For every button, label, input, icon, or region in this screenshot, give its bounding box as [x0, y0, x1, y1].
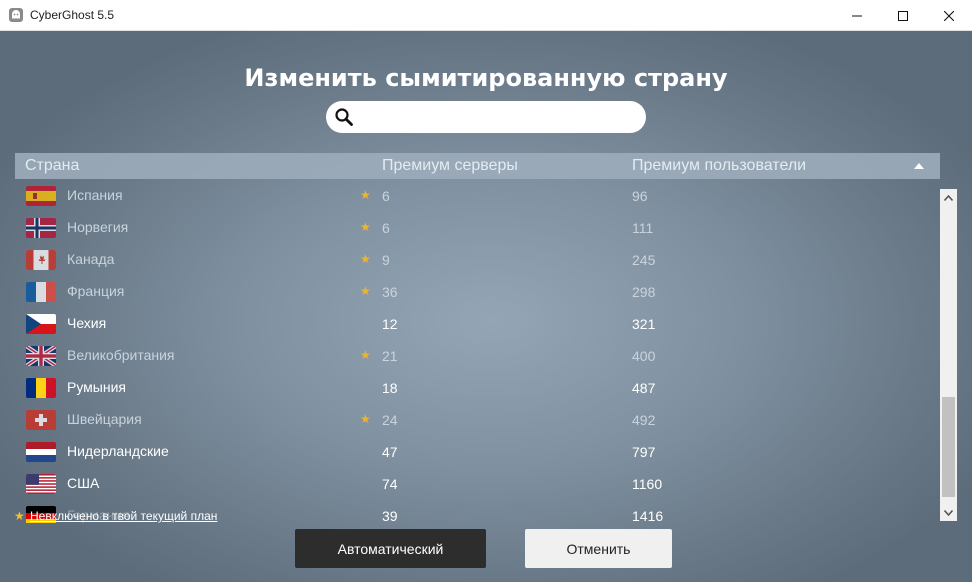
country-name: Франция	[67, 283, 125, 299]
users-count: 298	[632, 284, 656, 300]
users-count: 321	[632, 316, 656, 332]
page-title: Изменить сымитированную страну	[244, 64, 728, 92]
search-input[interactable]	[360, 105, 636, 129]
star-icon: ★	[360, 252, 371, 266]
star-icon: ★	[360, 348, 371, 362]
servers-count: 12	[382, 316, 398, 332]
country-name: Чехия	[67, 315, 107, 331]
table-row[interactable]: Испания ★ 6 96	[15, 179, 940, 211]
flag-usa-icon	[26, 474, 56, 494]
users-count: 400	[632, 348, 656, 364]
column-header-users[interactable]: Премиум пользователи	[632, 157, 806, 175]
servers-count: 9	[382, 252, 390, 268]
table-row[interactable]: Румыния 18 487	[15, 371, 940, 403]
country-name: США	[67, 475, 100, 491]
users-count: 797	[632, 444, 656, 460]
maximize-button[interactable]	[880, 0, 926, 31]
flag-switzerland-icon	[26, 410, 56, 430]
servers-count: 36	[382, 284, 398, 300]
servers-count: 24	[382, 412, 398, 428]
users-count: 1416	[632, 508, 664, 523]
servers-count: 6	[382, 188, 390, 204]
minimize-button[interactable]	[834, 0, 880, 31]
flag-spain-icon	[26, 186, 56, 206]
users-count: 1160	[632, 476, 663, 492]
star-icon: ★	[360, 220, 371, 234]
flag-romania-icon	[26, 378, 56, 398]
maximize-icon	[898, 10, 908, 21]
vertical-scrollbar[interactable]	[940, 189, 957, 521]
users-count: 492	[632, 412, 656, 428]
search-icon	[335, 108, 353, 126]
table-row[interactable]: Великобритания ★ 21 400	[15, 339, 940, 371]
country-name: Нидерландские	[67, 443, 169, 459]
table-row[interactable]: США 74 1160	[15, 467, 940, 499]
window-title: CyberGhost 5.5	[30, 8, 115, 22]
table-row[interactable]: Чехия 12 321	[15, 307, 940, 339]
ghost-icon	[9, 8, 23, 22]
country-name: Швейцария	[67, 411, 142, 427]
search-box[interactable]	[326, 101, 646, 133]
flag-czechia-icon	[26, 314, 56, 334]
chevron-up-icon	[944, 194, 953, 201]
flag-netherlands-icon	[26, 442, 56, 462]
users-count: 487	[632, 380, 656, 396]
cancel-button[interactable]: Отменить	[525, 529, 672, 568]
country-name: Норвегия	[67, 219, 129, 235]
minimize-icon	[852, 15, 862, 16]
flag-norway-icon	[26, 218, 56, 238]
table-row[interactable]: Норвегия ★ 6 111	[15, 211, 940, 243]
country-name: Румыния	[67, 379, 127, 395]
users-count: 96	[632, 188, 648, 204]
flag-france-icon	[26, 282, 56, 302]
column-header-servers[interactable]: Премиум серверы	[382, 157, 518, 175]
table-row[interactable]: Франция ★ 36 298	[15, 275, 940, 307]
close-button[interactable]	[926, 0, 972, 31]
servers-count: 18	[382, 380, 398, 396]
table-header: Страна Премиум серверы Премиум пользоват…	[15, 153, 940, 179]
star-icon: ★	[14, 509, 25, 523]
sort-ascending-icon[interactable]	[914, 163, 924, 169]
plan-legend-link[interactable]: Невключено в твой текущий план	[30, 509, 217, 523]
flag-uk-icon	[26, 346, 56, 366]
star-icon: ★	[360, 284, 371, 298]
automatic-button[interactable]: Автоматический	[295, 529, 486, 568]
scrollbar-thumb[interactable]	[942, 397, 955, 497]
flag-canada-icon	[26, 250, 56, 270]
table-row[interactable]: Канада ★ 9 245	[15, 243, 940, 275]
servers-count: 47	[382, 444, 398, 460]
table-row[interactable]: Швейцария ★ 24 492	[15, 403, 940, 435]
column-header-country[interactable]: Страна	[25, 157, 79, 175]
chevron-down-icon	[944, 509, 953, 516]
users-count: 245	[632, 252, 656, 268]
servers-count: 39	[382, 508, 398, 523]
scroll-up-button[interactable]	[940, 189, 957, 206]
servers-count: 6	[382, 220, 390, 236]
star-icon: ★	[360, 412, 371, 426]
country-name: Испания	[67, 187, 123, 203]
title-bar: CyberGhost 5.5	[0, 0, 972, 31]
main-panel: Изменить сымитированную страну Страна Пр…	[0, 31, 972, 582]
servers-count: 21	[382, 348, 398, 364]
users-count: 111	[632, 220, 654, 236]
country-name: Великобритания	[67, 347, 175, 363]
servers-count: 74	[382, 476, 398, 492]
table-row[interactable]: Нидерландские 47 797	[15, 435, 940, 467]
country-name: Канада	[67, 251, 115, 267]
star-icon: ★	[360, 188, 371, 202]
close-icon	[944, 10, 954, 21]
country-list: Испания ★ 6 96 Норвегия ★ 6 111 Канада ★…	[15, 179, 940, 523]
scroll-down-button[interactable]	[940, 504, 957, 521]
